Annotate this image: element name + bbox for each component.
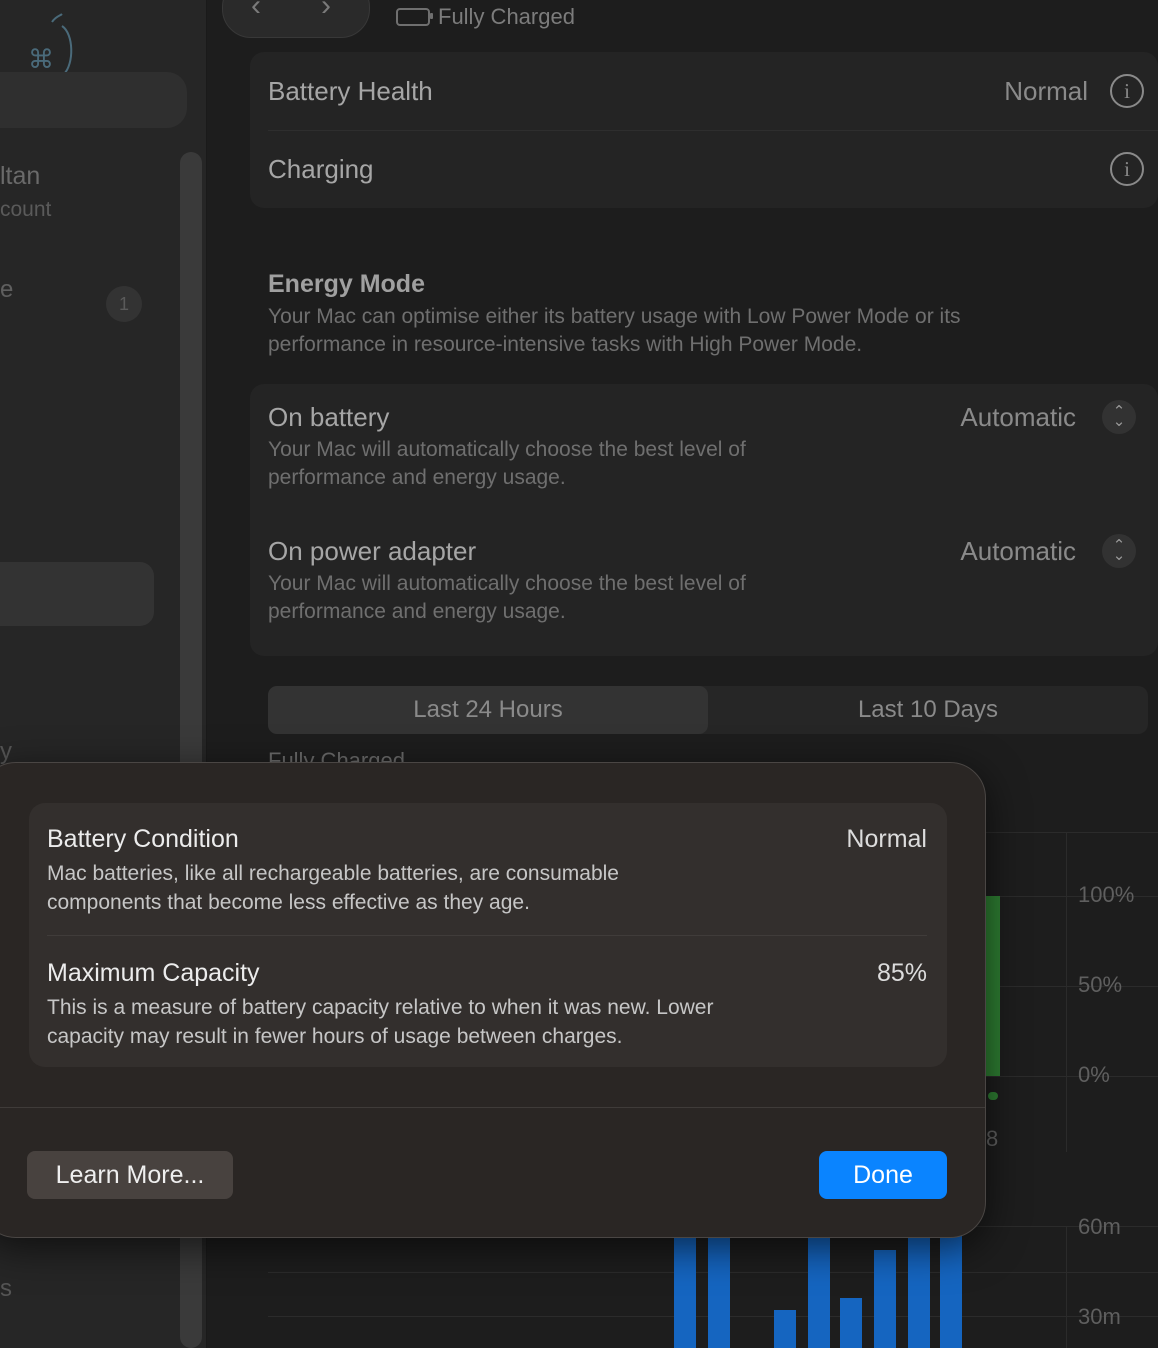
axis-label-0: 0% xyxy=(1078,1062,1110,1087)
battery-condition-desc-1: Mac batteries, like all rechargeable bat… xyxy=(47,862,619,885)
on-battery-desc-2: performance and energy usage. xyxy=(268,466,566,489)
on-power-adapter-stepper-icon[interactable]: ⌃ ⌄ xyxy=(1102,534,1136,568)
usage-period-tabs: Last 24 Hours Last 10 Days xyxy=(268,686,1148,734)
charging-indicator xyxy=(988,1092,998,1100)
tab-last-24-hours[interactable]: Last 24 Hours xyxy=(268,686,708,734)
usage-bar xyxy=(808,1230,830,1348)
sidebar-item-partial[interactable]: e xyxy=(0,276,13,304)
battery-health-label: Battery Health xyxy=(268,76,433,106)
charging-label: Charging xyxy=(268,154,374,184)
maximum-capacity-value: 85% xyxy=(876,959,927,987)
on-battery-value[interactable]: Automatic xyxy=(960,402,1076,433)
battery-status-text: Fully Charged xyxy=(438,4,575,29)
on-power-adapter-desc-2: performance and energy usage. xyxy=(268,600,566,623)
row-divider xyxy=(47,935,927,936)
notification-badge: 1 xyxy=(106,286,142,322)
x-tick-label: 8 xyxy=(986,1126,999,1151)
svg-text:⌘: ⌘ xyxy=(28,45,54,75)
chart-axis-line xyxy=(1066,1226,1067,1348)
battery-details-card: Battery Condition Normal Mac batteries, … xyxy=(29,803,947,1067)
on-power-adapter-desc-1: Your Mac will automatically choose the b… xyxy=(268,572,746,595)
chart-state-label: Fully Charged xyxy=(268,748,405,762)
usage-bar xyxy=(708,1230,730,1348)
tab-last-10-days[interactable]: Last 10 Days xyxy=(708,686,1148,734)
axis-label-100: 100% xyxy=(1078,882,1135,907)
charging-info-icon[interactable]: i xyxy=(1110,152,1144,186)
sheet-footer-divider xyxy=(0,1107,985,1108)
row-divider xyxy=(268,130,1158,131)
on-battery-label: On battery xyxy=(268,402,390,432)
battery-condition-title: Battery Condition xyxy=(47,825,239,853)
battery-health-info-icon[interactable]: i xyxy=(1110,74,1144,108)
battery-condition-desc-2: components that become less effective as… xyxy=(47,891,530,914)
sidebar-item-battery-selected[interactable] xyxy=(0,562,154,626)
axis-label-50: 50% xyxy=(1078,972,1123,997)
account-subtitle: count xyxy=(0,198,52,221)
on-power-adapter-label: On power adapter xyxy=(268,536,477,566)
sidebar-item-partial[interactable]: s xyxy=(0,1275,12,1303)
maximum-capacity-desc-2: capacity may result in fewer hours of us… xyxy=(47,1025,623,1048)
navigation-buttons[interactable]: ‹ › xyxy=(222,0,370,38)
chart-axis-line xyxy=(1066,832,1067,1152)
account-name[interactable]: ltan xyxy=(0,162,40,191)
battery-health-value: Normal xyxy=(1004,76,1088,106)
back-chevron-icon[interactable]: ‹ xyxy=(251,0,261,23)
axis-label-60m: 60m xyxy=(1078,1214,1121,1239)
learn-more-button[interactable]: Learn More... xyxy=(27,1151,233,1199)
usage-bar xyxy=(774,1310,796,1348)
energy-mode-description-1: Your Mac can optimise either its battery… xyxy=(268,305,961,328)
axis-label-30m: 30m xyxy=(1078,1304,1121,1329)
energy-mode-title: Energy Mode xyxy=(268,270,425,298)
energy-mode-panel: On battery Automatic ⌃ ⌄ Your Mac will au… xyxy=(250,384,1158,656)
on-power-adapter-value[interactable]: Automatic xyxy=(960,536,1076,567)
battery-info-panel: Battery Health Normal i Charging i xyxy=(250,52,1158,208)
usage-bar xyxy=(674,1230,696,1348)
usage-bar xyxy=(908,1238,930,1348)
usage-bar xyxy=(940,1230,962,1348)
energy-mode-description-2: performance in resource-intensive tasks … xyxy=(268,333,863,356)
battery-status: Fully Charged xyxy=(396,4,575,30)
battery-condition-value: Normal xyxy=(846,825,927,853)
on-battery-desc-1: Your Mac will automatically choose the b… xyxy=(268,438,746,461)
sidebar-search-field[interactable] xyxy=(0,72,187,128)
battery-level-bar xyxy=(986,896,1000,1076)
usage-bar xyxy=(840,1298,862,1348)
on-battery-stepper-icon[interactable]: ⌃ ⌄ xyxy=(1102,400,1136,434)
battery-charging-icon xyxy=(396,8,433,26)
forward-chevron-icon[interactable]: › xyxy=(321,0,331,23)
usage-bar xyxy=(874,1250,896,1348)
maximum-capacity-title: Maximum Capacity xyxy=(47,959,260,987)
done-button[interactable]: Done xyxy=(819,1151,947,1199)
battery-health-sheet: Battery Condition Normal Mac batteries, … xyxy=(0,762,986,1238)
maximum-capacity-desc-1: This is a measure of battery capacity re… xyxy=(47,996,714,1019)
